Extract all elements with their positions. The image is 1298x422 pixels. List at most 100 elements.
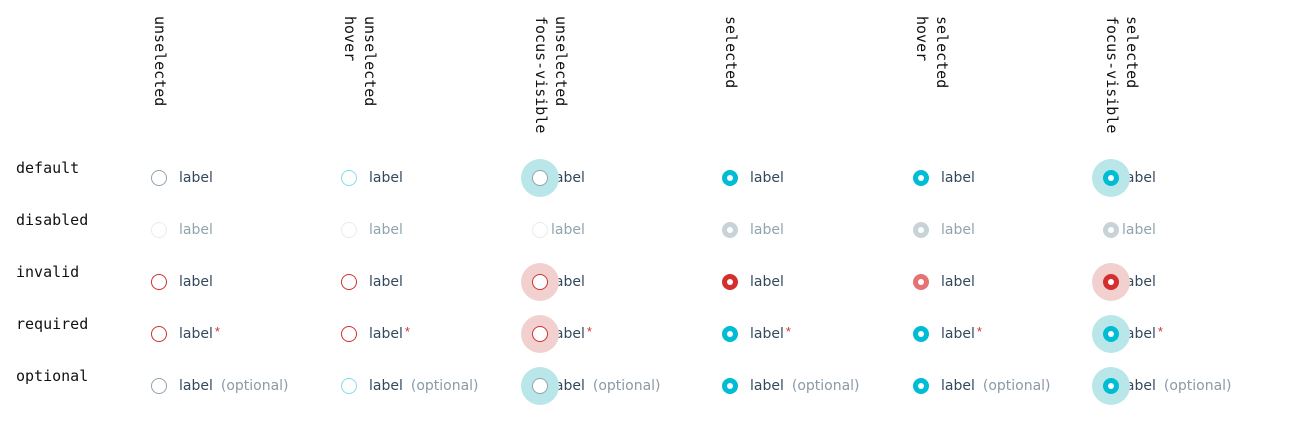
radio-control[interactable] xyxy=(149,376,169,396)
radio-invalid-focus-unselected[interactable]: label xyxy=(521,263,585,301)
radio-label: label xyxy=(369,326,403,342)
radio-control[interactable] xyxy=(521,263,559,301)
radio-required-hover-selected[interactable]: label * xyxy=(911,323,982,345)
radio-label: label xyxy=(941,378,975,394)
radio-label: label xyxy=(369,274,403,290)
radio-invalid-hover-unselected[interactable]: label xyxy=(339,271,403,293)
radio-label: label xyxy=(179,170,213,186)
radio-required-unselected[interactable]: label * xyxy=(149,323,220,345)
optional-hint: (optional) xyxy=(982,378,1051,394)
radio-label: label xyxy=(941,326,975,342)
radio-unchecked-icon xyxy=(532,274,548,290)
radio-invalid-selected[interactable]: label xyxy=(720,271,784,293)
radio-default-hover-selected[interactable]: label xyxy=(911,167,975,189)
radio-disabled-hover-selected: label xyxy=(911,219,975,241)
radio-control[interactable] xyxy=(720,272,740,292)
required-marker: * xyxy=(785,323,791,339)
radio-unchecked-icon xyxy=(532,222,548,238)
radio-invalid-focus-selected[interactable]: label xyxy=(1092,263,1156,301)
radio-checked-icon xyxy=(1103,274,1119,290)
column-header-unselected: unselected xyxy=(151,16,169,107)
column-header-focus-selected: selected focus-visible xyxy=(1103,16,1141,134)
radio-unchecked-icon xyxy=(341,222,357,238)
radio-label: label xyxy=(750,378,784,394)
radio-default-hover-unselected[interactable]: label xyxy=(339,167,403,189)
optional-hint: (optional) xyxy=(791,378,860,394)
radio-optional-unselected[interactable]: label (optional) xyxy=(149,375,289,397)
radio-checked-icon xyxy=(1103,222,1119,238)
required-marker: * xyxy=(1157,323,1163,339)
radio-required-focus-selected[interactable]: label * xyxy=(1092,315,1163,353)
row-header-default: default xyxy=(16,159,80,177)
radio-control xyxy=(720,220,740,240)
radio-unchecked-icon xyxy=(532,326,548,342)
radio-control[interactable] xyxy=(339,272,359,292)
radio-label: label xyxy=(179,378,213,394)
radio-control[interactable] xyxy=(720,376,740,396)
radio-checked-icon xyxy=(722,274,738,290)
radio-control[interactable] xyxy=(1092,367,1130,405)
radio-checked-icon xyxy=(722,170,738,186)
radio-unchecked-icon xyxy=(341,378,357,394)
radio-control[interactable] xyxy=(521,367,559,405)
radio-control[interactable] xyxy=(339,324,359,344)
radio-control[interactable] xyxy=(720,168,740,188)
radio-control[interactable] xyxy=(521,159,559,197)
radio-default-focus-selected[interactable]: label xyxy=(1092,159,1156,197)
radio-control[interactable] xyxy=(149,272,169,292)
radio-control[interactable] xyxy=(911,272,931,292)
radio-invalid-unselected[interactable]: label xyxy=(149,271,213,293)
radio-unchecked-icon xyxy=(151,378,167,394)
radio-label: label xyxy=(750,222,784,238)
radio-label: label xyxy=(369,378,403,394)
radio-label: label xyxy=(941,274,975,290)
column-header-hover-unselected: unselected hover xyxy=(341,16,379,107)
radio-required-hover-unselected[interactable]: label * xyxy=(339,323,410,345)
radio-optional-hover-unselected[interactable]: label (optional) xyxy=(339,375,479,397)
radio-checked-icon xyxy=(913,274,929,290)
radio-required-selected[interactable]: label * xyxy=(720,323,791,345)
radio-optional-focus-selected[interactable]: label (optional) xyxy=(1092,367,1232,405)
radio-checked-icon xyxy=(722,326,738,342)
radio-unchecked-icon xyxy=(341,326,357,342)
radio-control[interactable] xyxy=(911,324,931,344)
radio-disabled-hover-unselected: label xyxy=(339,219,403,241)
radio-control[interactable] xyxy=(720,324,740,344)
radio-control[interactable] xyxy=(339,168,359,188)
radio-control[interactable] xyxy=(1092,263,1130,301)
radio-label: label xyxy=(369,170,403,186)
radio-control[interactable] xyxy=(911,168,931,188)
radio-unchecked-icon xyxy=(341,170,357,186)
radio-default-selected[interactable]: label xyxy=(720,167,784,189)
radio-required-focus-unselected[interactable]: label * xyxy=(521,315,592,353)
radio-optional-hover-selected[interactable]: label (optional) xyxy=(911,375,1051,397)
row-header-invalid: invalid xyxy=(16,263,80,281)
column-header-selected: selected xyxy=(722,16,740,89)
radio-default-focus-unselected[interactable]: label xyxy=(521,159,585,197)
radio-invalid-hover-selected[interactable]: label xyxy=(911,271,975,293)
radio-control[interactable] xyxy=(1092,315,1130,353)
radio-label: label xyxy=(750,274,784,290)
radio-control[interactable] xyxy=(339,376,359,396)
radio-checked-icon xyxy=(1103,326,1119,342)
radio-optional-focus-unselected[interactable]: label (optional) xyxy=(521,367,661,405)
required-marker: * xyxy=(404,323,410,339)
radio-control[interactable] xyxy=(521,315,559,353)
radio-unchecked-icon xyxy=(151,326,167,342)
radio-default-unselected[interactable]: label xyxy=(149,167,213,189)
radio-control[interactable] xyxy=(1092,159,1130,197)
column-header-focus-unselected: unselected focus-visible xyxy=(532,16,570,134)
radio-optional-selected[interactable]: label (optional) xyxy=(720,375,860,397)
radio-label: label xyxy=(179,274,213,290)
radio-unchecked-icon xyxy=(151,170,167,186)
radio-checked-icon xyxy=(913,170,929,186)
radio-control[interactable] xyxy=(911,376,931,396)
radio-checked-icon xyxy=(722,222,738,238)
radio-control[interactable] xyxy=(149,168,169,188)
radio-label: label xyxy=(750,170,784,186)
radio-label: label xyxy=(179,222,213,238)
radio-control[interactable] xyxy=(149,324,169,344)
radio-checked-icon xyxy=(913,222,929,238)
radio-disabled-unselected: label xyxy=(149,219,213,241)
row-header-required: required xyxy=(16,315,89,333)
